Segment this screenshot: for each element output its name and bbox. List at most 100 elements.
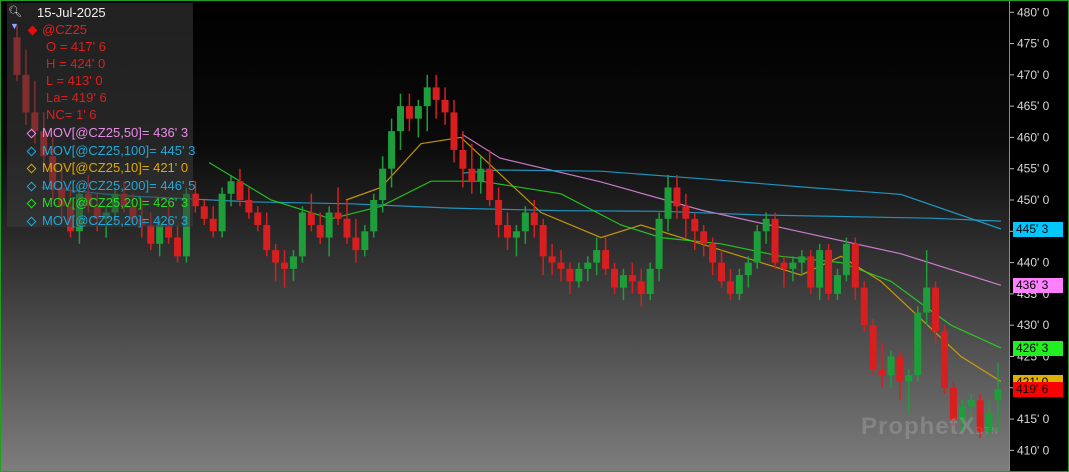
- candle-body: [816, 250, 824, 288]
- indicator-diamond-icon: [26, 146, 37, 156]
- candle-body: [557, 262, 565, 269]
- legend-indicator-label[interactable]: MOV[@CZ25,20]= 426' 3: [42, 213, 188, 228]
- legend-indicator-label[interactable]: MOV[@CZ25,20]= 426' 3: [42, 195, 188, 210]
- candle-body: [495, 200, 503, 226]
- candle-body: [254, 212, 262, 226]
- candle-body: [726, 281, 734, 294]
- legend-ohlc-item: L = 413' 0: [46, 73, 103, 88]
- legend-ohlc-item: H = 424' 0: [46, 56, 106, 71]
- candle-body: [923, 287, 931, 313]
- candle-body: [655, 218, 663, 269]
- candle-body: [236, 181, 244, 201]
- candle-body: [709, 243, 717, 263]
- candle-body: [396, 106, 404, 132]
- candle-body: [851, 243, 859, 288]
- y-tick-label: 430' 0: [1017, 318, 1050, 332]
- candle-body: [914, 312, 922, 376]
- candle-body: [967, 400, 975, 407]
- candle-body: [584, 262, 592, 269]
- price-tag: 445' 3: [1013, 221, 1063, 237]
- candle-body: [807, 256, 815, 288]
- indicator-diamond-icon: [26, 216, 37, 226]
- price-tag: 426' 3: [1013, 340, 1063, 356]
- candle-body: [334, 212, 342, 219]
- legend-date: 15-Jul-2025: [37, 5, 106, 20]
- y-tick-label: 480' 0: [1017, 5, 1050, 19]
- symbol-diamond-icon: [27, 25, 38, 36]
- candle-body: [539, 225, 547, 257]
- candle-body: [700, 231, 708, 244]
- candle-body: [209, 218, 217, 232]
- indicator-diamond-icon: [26, 181, 37, 191]
- candle-body: [673, 187, 681, 207]
- candle-body: [147, 225, 155, 244]
- candle-body: [691, 218, 699, 232]
- collapse-icon[interactable]: ▼: [10, 21, 19, 31]
- candle-body: [566, 268, 574, 282]
- legend-indicator-label[interactable]: MOV[@CZ25,200]= 446' 5: [42, 178, 195, 193]
- candle-body: [762, 218, 770, 232]
- prophetx-watermark: ProphetXDTN: [861, 413, 1000, 440]
- legend-indicator-label[interactable]: MOV[@CZ25,50]= 436' 3: [42, 125, 188, 140]
- candle-body: [477, 168, 485, 182]
- candle-body: [896, 356, 904, 382]
- candle-body: [432, 87, 440, 100]
- y-tick-label: 410' 0: [1017, 443, 1050, 457]
- candle-body: [263, 225, 271, 251]
- candle-body: [682, 206, 690, 219]
- candle-body: [825, 250, 833, 294]
- magnifier-icon[interactable]: 🔍︎: [8, 5, 22, 18]
- candle-body: [637, 281, 645, 294]
- y-tick-label: 415' 0: [1017, 412, 1050, 426]
- candle-body: [869, 325, 877, 369]
- candle-body: [379, 168, 387, 201]
- candle-body: [718, 262, 726, 282]
- candle-body: [789, 262, 797, 269]
- candle-body: [735, 275, 743, 294]
- candle-body: [361, 231, 369, 251]
- candle-body: [860, 287, 868, 326]
- candle-body: [307, 212, 315, 226]
- candle-body: [298, 212, 306, 257]
- candle-body: [905, 375, 913, 382]
- candle-body: [521, 212, 529, 232]
- candle-body: [833, 275, 841, 294]
- price-tag: 419' 6: [1013, 382, 1063, 398]
- candle-body: [753, 231, 761, 263]
- y-tick-label: 465' 0: [1017, 99, 1050, 113]
- candle-body: [548, 256, 556, 263]
- candle-body: [575, 268, 583, 282]
- y-tick-label: 440' 0: [1017, 256, 1050, 270]
- candle-body: [878, 368, 886, 376]
- y-tick-label: 450' 0: [1017, 193, 1050, 207]
- candle-body: [842, 243, 850, 276]
- legend-indicator-label[interactable]: MOV[@CZ25,100]= 445' 3: [42, 143, 195, 158]
- candle-body: [459, 149, 467, 169]
- candle-body: [423, 87, 431, 107]
- y-tick-label: 460' 0: [1017, 130, 1050, 144]
- candle-body: [619, 275, 627, 288]
- chart-legend: 🔍︎ 15-Jul-2025 ▼ @CZ25 O = 417' 6 H = 424…: [7, 3, 195, 228]
- ma-line: [345, 136, 1002, 383]
- candle-body: [200, 206, 208, 219]
- indicator-diamond-icon: [26, 128, 37, 139]
- legend-indicator-label[interactable]: MOV[@CZ25,10]= 421' 0: [42, 160, 188, 175]
- candle-body: [602, 250, 610, 269]
- candle-body: [798, 256, 806, 263]
- candle-body: [352, 237, 360, 251]
- candle-body: [780, 262, 788, 269]
- legend-ohlc-item: O = 417' 6: [46, 39, 106, 54]
- candle-body: [593, 250, 601, 263]
- candle-body: [405, 106, 413, 119]
- candle-body: [646, 268, 654, 294]
- legend-symbol: @CZ25: [42, 22, 87, 37]
- candle-body: [227, 181, 235, 194]
- candle-body: [316, 225, 324, 238]
- legend-ohlc-item: NC= 1' 6: [46, 107, 97, 122]
- y-tick-label: 470' 0: [1017, 68, 1050, 82]
- candle-body: [504, 225, 511, 238]
- y-tick-label: 455' 0: [1017, 162, 1050, 176]
- candle-body: [414, 106, 422, 119]
- indicator-diamond-icon: [26, 198, 37, 209]
- candle-body: [512, 231, 520, 238]
